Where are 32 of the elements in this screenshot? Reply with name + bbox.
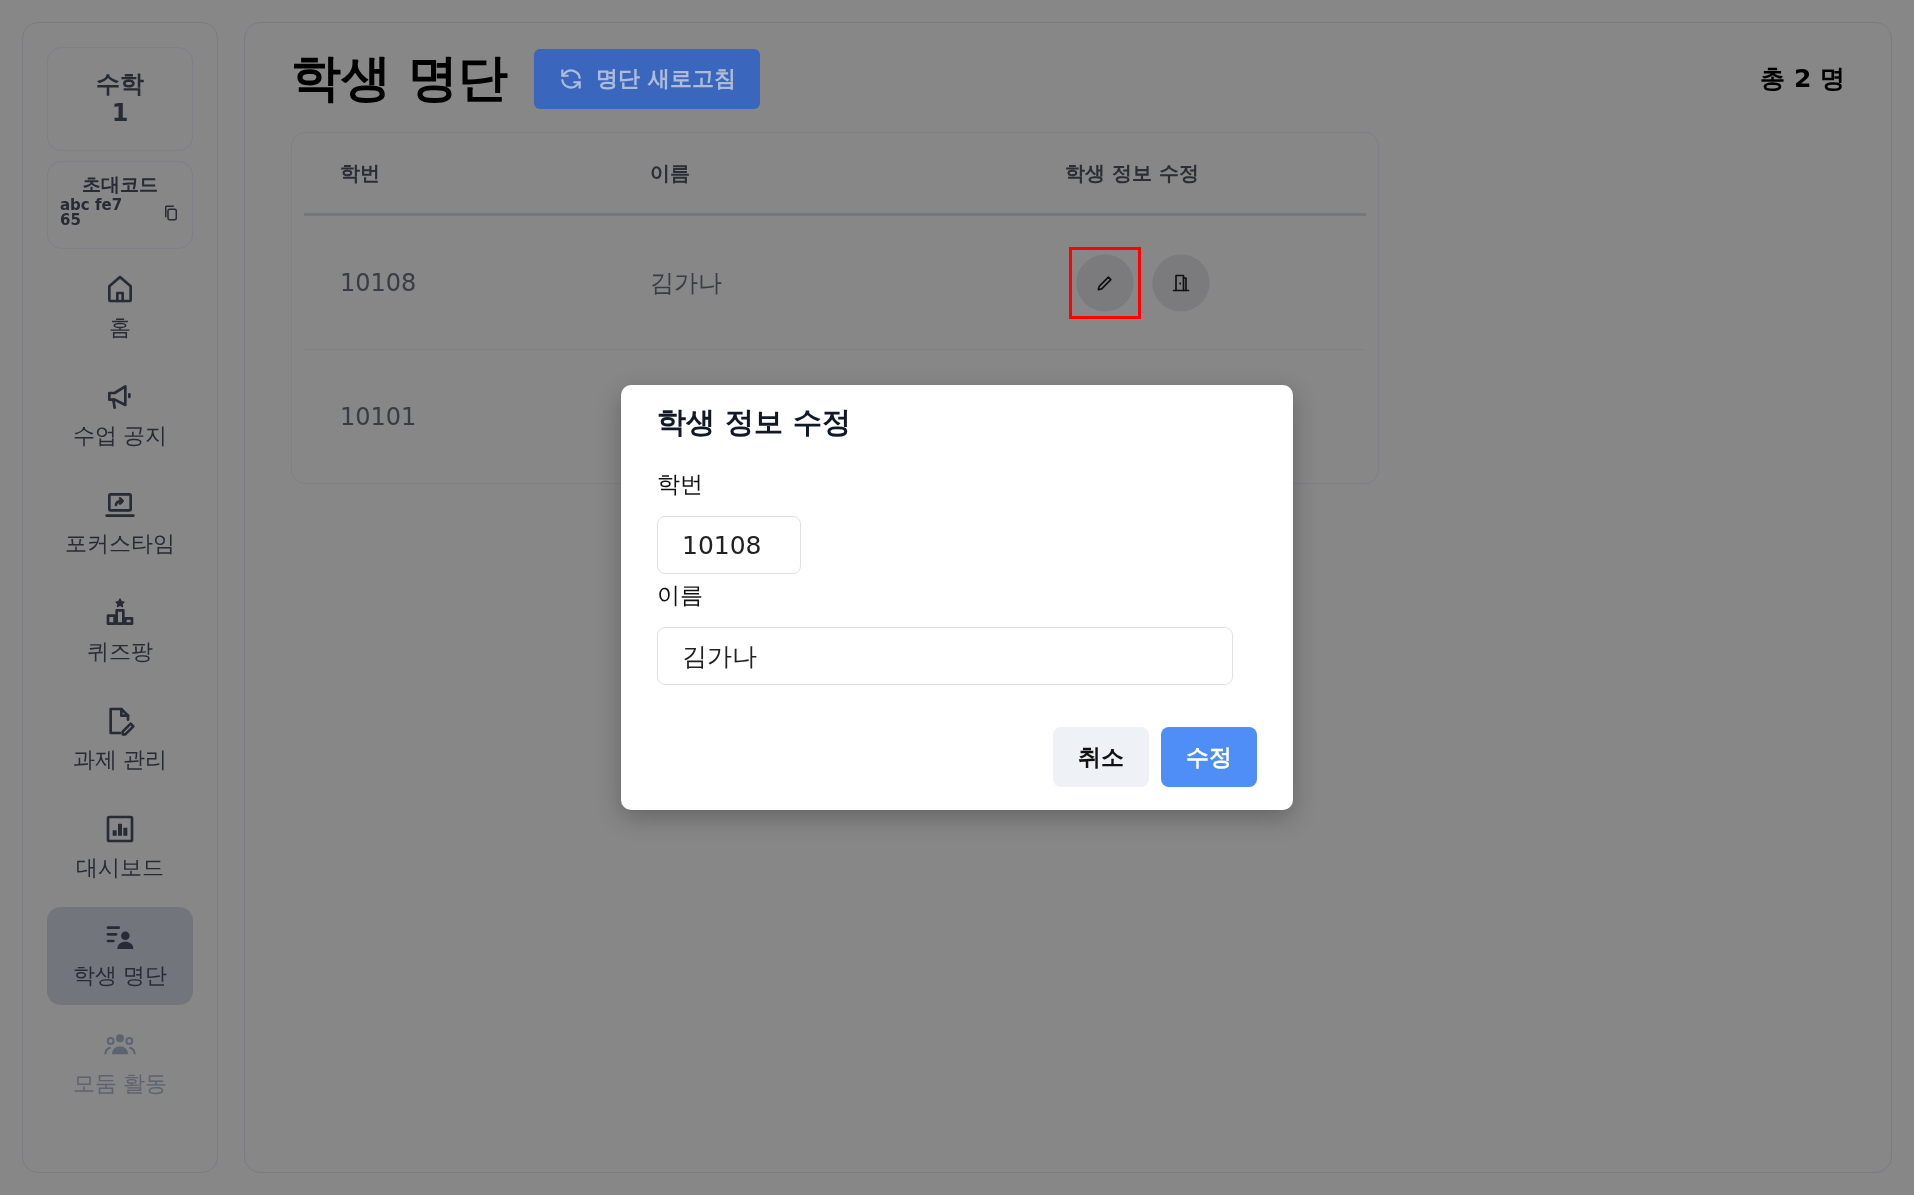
field-label: 학번 [657,470,703,499]
nav-item[interactable]: 포커스타임 [47,475,193,573]
class-card[interactable]: 수학 1 [47,47,193,151]
nav-item[interactable]: 학생 명단 [47,907,193,1005]
copy-icon[interactable] [162,204,180,222]
column-header: 이름 [650,159,691,187]
class-number: 1 [111,99,129,128]
edit-button[interactable] [1069,246,1141,319]
table-cell-text: 10101 [340,402,418,431]
nav-item[interactable]: 대시보드 [47,799,193,897]
invite-code: abc fe7 65 [60,198,124,228]
nav-item[interactable]: 과제 관리 [47,691,193,789]
bar-chart-icon [104,813,136,845]
cancel-button[interactable]: 취소 [1053,727,1149,787]
page-title: 학생 명단 [291,48,509,109]
input-field[interactable]: 10108 [657,516,801,574]
dialog-title: 학생 정보 수정 [657,404,853,441]
column-header: 학생 정보 수정 [1065,159,1200,187]
invite-label: 초대코드 [82,172,158,197]
input-field[interactable]: 김가나 [657,627,1233,685]
nav-item[interactable]: 수업 공지 [47,367,193,465]
total-count: 총 2 명 [1760,63,1845,95]
submit-button[interactable]: 수정 [1161,727,1257,787]
table-cell-text: 김가나 [650,267,723,299]
table-cell-text: 10108 [340,268,418,297]
column-header: 학번 [340,159,381,187]
door-icon [1171,272,1191,293]
nav-item[interactable]: 홈 [47,259,193,357]
field-label: 이름 [657,581,703,610]
refresh-button[interactable]: 명단 새로고침 [534,48,761,109]
nav-item[interactable]: 퀴즈팡 [47,583,193,681]
class-name: 수학 [96,70,144,99]
